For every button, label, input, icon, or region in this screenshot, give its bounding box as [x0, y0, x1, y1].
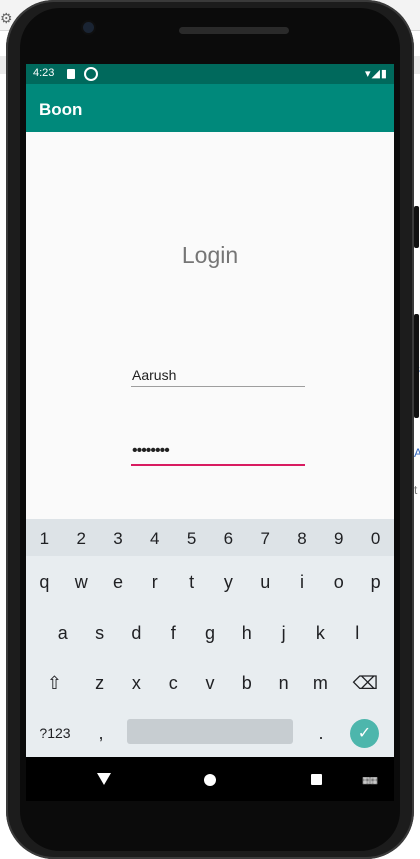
- key-n[interactable]: n: [265, 673, 302, 694]
- comma-key[interactable]: ,: [86, 723, 116, 744]
- period-key[interactable]: .: [306, 723, 336, 744]
- key-j[interactable]: j: [265, 623, 302, 644]
- backspace-icon[interactable]: ⌫: [347, 673, 384, 694]
- key-y[interactable]: y: [210, 572, 247, 593]
- key-b[interactable]: b: [228, 673, 265, 694]
- device-screen: 4:23 ▾◢▮ Boon Login Aarush •••••••• 1 2 …: [26, 64, 394, 801]
- key-e[interactable]: e: [100, 572, 137, 593]
- key-w[interactable]: w: [63, 572, 100, 593]
- key-u[interactable]: u: [247, 572, 284, 593]
- key-2[interactable]: 2: [63, 529, 100, 549]
- navigation-bar: ▦▦: [26, 757, 394, 801]
- key-d[interactable]: d: [118, 623, 155, 644]
- soft-keyboard: 1 2 3 4 5 6 7 8 9 0 q w e r t y u i o p …: [26, 519, 394, 757]
- key-x[interactable]: x: [118, 673, 155, 694]
- checkmark-icon[interactable]: ✓: [350, 719, 379, 748]
- key-t[interactable]: t: [173, 572, 210, 593]
- key-c[interactable]: c: [155, 673, 192, 694]
- key-9[interactable]: 9: [320, 529, 357, 549]
- key-f[interactable]: f: [155, 623, 192, 644]
- key-v[interactable]: v: [192, 673, 229, 694]
- symbols-key[interactable]: ?123: [30, 725, 80, 741]
- sync-icon: [84, 67, 98, 81]
- space-bar[interactable]: [127, 719, 293, 744]
- key-p[interactable]: p: [357, 572, 394, 593]
- volume-button[interactable]: [414, 314, 419, 418]
- earpiece-speaker: [179, 27, 289, 34]
- sd-card-icon: [67, 69, 75, 79]
- key-r[interactable]: r: [136, 572, 173, 593]
- host-text-fragment: t: [414, 483, 418, 497]
- key-4[interactable]: 4: [136, 529, 173, 549]
- app-bar: Boon: [26, 84, 394, 132]
- password-value: ••••••••: [132, 442, 170, 459]
- username-value: Aarush: [132, 367, 177, 383]
- signal-battery-icons: ▾◢▮: [364, 68, 388, 80]
- key-l[interactable]: l: [339, 623, 376, 644]
- key-5[interactable]: 5: [173, 529, 210, 549]
- shift-icon[interactable]: ⇧: [36, 673, 73, 694]
- key-o[interactable]: o: [320, 572, 357, 593]
- key-7[interactable]: 7: [247, 529, 284, 549]
- key-1[interactable]: 1: [26, 529, 63, 549]
- keyboard-switch-icon[interactable]: ▦▦: [362, 775, 378, 786]
- app-title: Boon: [39, 100, 83, 119]
- login-heading: Login: [181, 242, 239, 268]
- key-i[interactable]: i: [284, 572, 321, 593]
- front-camera: [83, 22, 94, 33]
- key-8[interactable]: 8: [284, 529, 321, 549]
- key-3[interactable]: 3: [100, 529, 137, 549]
- status-time: 4:23: [33, 67, 55, 79]
- key-0[interactable]: 0: [357, 529, 394, 549]
- key-6[interactable]: 6: [210, 529, 247, 549]
- back-icon[interactable]: [97, 773, 111, 785]
- key-z[interactable]: z: [81, 673, 118, 694]
- key-s[interactable]: s: [81, 623, 118, 644]
- status-bar: 4:23 ▾◢▮: [26, 64, 394, 84]
- key-q[interactable]: q: [26, 572, 63, 593]
- key-a[interactable]: a: [44, 623, 81, 644]
- password-field[interactable]: ••••••••: [131, 442, 305, 466]
- key-m[interactable]: m: [302, 673, 339, 694]
- username-field[interactable]: Aarush: [131, 364, 305, 387]
- power-button[interactable]: [414, 206, 419, 248]
- recents-icon[interactable]: [311, 774, 322, 785]
- home-icon[interactable]: [204, 774, 216, 786]
- key-k[interactable]: k: [302, 623, 339, 644]
- key-g[interactable]: g: [192, 623, 229, 644]
- key-h[interactable]: h: [228, 623, 265, 644]
- host-link-fragment: A: [414, 446, 420, 460]
